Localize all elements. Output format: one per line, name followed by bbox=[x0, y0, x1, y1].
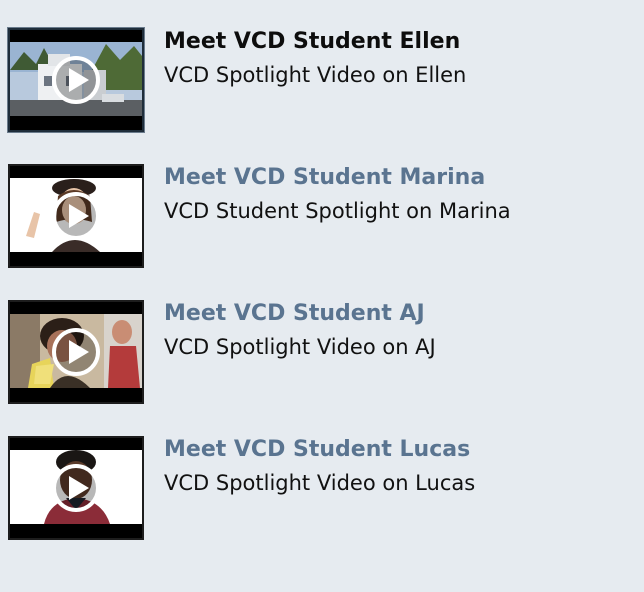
thumbnail-image bbox=[10, 438, 142, 538]
list-item-aj: Meet VCD Student AJ VCD Spotlight Video … bbox=[8, 300, 628, 404]
video-thumbnail-lucas[interactable] bbox=[8, 436, 144, 540]
video-thumbnail-ellen[interactable] bbox=[7, 27, 145, 133]
video-title-link[interactable]: Meet VCD Student Marina bbox=[164, 164, 624, 192]
video-title-link[interactable]: Meet VCD Student Lucas bbox=[164, 436, 624, 464]
video-subtitle: VCD Spotlight Video on Lucas bbox=[164, 471, 476, 495]
video-thumbnail-aj[interactable] bbox=[8, 300, 144, 404]
video-title-link[interactable]: Meet VCD Student AJ bbox=[164, 300, 624, 328]
item-text: Meet VCD Student AJ VCD Spotlight Video … bbox=[164, 300, 624, 360]
video-subtitle: VCD Spotlight Video on Ellen bbox=[164, 63, 467, 87]
video-title-link[interactable]: Meet VCD Student Ellen bbox=[164, 28, 624, 56]
list-item-lucas: Meet VCD Student Lucas VCD Spotlight Vid… bbox=[8, 436, 628, 540]
video-thumbnail-marina[interactable] bbox=[8, 164, 144, 268]
thumbnail-image bbox=[10, 30, 142, 130]
list-item-ellen: Meet VCD Student Ellen VCD Spotlight Vid… bbox=[7, 27, 628, 133]
video-subtitle: VCD Spotlight Video on AJ bbox=[164, 335, 436, 359]
thumbnail-image bbox=[10, 302, 142, 402]
item-text: Meet VCD Student Marina VCD Student Spot… bbox=[164, 164, 624, 224]
item-text: Meet VCD Student Ellen VCD Spotlight Vid… bbox=[164, 28, 624, 88]
video-subtitle: VCD Student Spotlight on Marina bbox=[164, 199, 511, 223]
item-text: Meet VCD Student Lucas VCD Spotlight Vid… bbox=[164, 436, 624, 496]
video-playlist: Meet VCD Student Ellen VCD Spotlight Vid… bbox=[0, 0, 644, 592]
thumbnail-image bbox=[10, 166, 142, 266]
list-item-marina: Meet VCD Student Marina VCD Student Spot… bbox=[8, 164, 628, 268]
